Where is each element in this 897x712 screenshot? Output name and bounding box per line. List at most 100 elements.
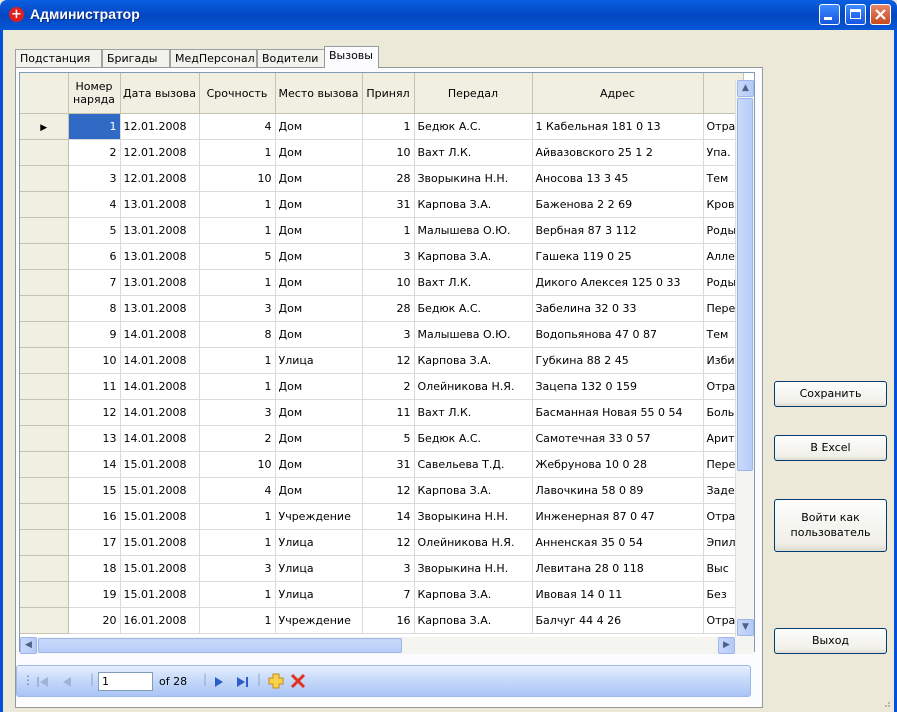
urgency-cell[interactable]: 4 — [199, 113, 276, 140]
row-header[interactable] — [20, 425, 69, 452]
address-cell[interactable]: Басманная Новая 55 0 54 — [532, 399, 704, 426]
transferred-by-cell[interactable]: Олейникова Н.Я. — [414, 373, 533, 400]
row-header[interactable] — [20, 529, 69, 556]
call-date-cell[interactable]: 15.01.2008 — [120, 581, 200, 608]
call-number-cell[interactable]: 4 — [68, 191, 121, 218]
place-cell[interactable]: Дом — [275, 139, 363, 166]
transferred-by-cell[interactable]: Малышева О.Ю. — [414, 321, 533, 348]
call-date-cell[interactable]: 14.01.2008 — [120, 399, 200, 426]
column-header[interactable]: Адрес — [532, 73, 704, 114]
accepted-cell[interactable]: 10 — [362, 139, 415, 166]
call-date-cell[interactable]: 14.01.2008 — [120, 347, 200, 374]
urgency-cell[interactable]: 2 — [199, 425, 276, 452]
urgency-cell[interactable]: 1 — [199, 191, 276, 218]
table-row[interactable]: 20 16.01.2008 1 Учреждение 16 Карпова З.А. Бал… — [20, 607, 744, 634]
accepted-cell[interactable]: 11 — [362, 399, 415, 426]
address-cell[interactable]: Инженерная 87 0 47 — [532, 503, 704, 530]
call-number-cell[interactable]: 6 — [68, 243, 121, 270]
row-header[interactable]: ▶ — [20, 113, 69, 140]
tab-brigades[interactable]: Бригады — [102, 49, 170, 67]
address-cell[interactable]: Левитана 28 0 118 — [532, 555, 704, 582]
transferred-by-cell[interactable]: Савельева Т.Д. — [414, 451, 533, 478]
add-record-icon[interactable] — [268, 673, 284, 689]
row-header[interactable] — [20, 243, 69, 270]
call-date-cell[interactable]: 13.01.2008 — [120, 217, 200, 244]
table-row[interactable]: ▶ 1 12.01.2008 4 Дом 1 Бедюк А.С. 1 Кабельная 1… — [20, 113, 744, 140]
table-row[interactable]: 6 13.01.2008 5 Дом 3 Карпова З.А. Гашека 119 0… — [20, 243, 744, 270]
address-cell[interactable]: Самотечная 33 0 57 — [532, 425, 704, 452]
row-header[interactable] — [20, 503, 69, 530]
address-cell[interactable]: Губкина 88 2 45 — [532, 347, 704, 374]
transferred-by-cell[interactable]: Вахт Л.К. — [414, 269, 533, 296]
table-row[interactable]: 17 15.01.2008 1 Улица 12 Олейникова Н.Я. Аннен… — [20, 529, 744, 556]
call-date-cell[interactable]: 13.01.2008 — [120, 269, 200, 296]
place-cell[interactable]: Учреждение — [275, 503, 363, 530]
place-cell[interactable]: Дом — [275, 243, 363, 270]
position-input[interactable]: 1 — [98, 672, 153, 691]
address-cell[interactable]: Жебрунова 10 0 28 — [532, 451, 704, 478]
urgency-cell[interactable]: 1 — [199, 529, 276, 556]
place-cell[interactable]: Улица — [275, 555, 363, 582]
accepted-cell[interactable]: 12 — [362, 529, 415, 556]
vertical-scroll-thumb[interactable] — [737, 98, 753, 471]
table-row[interactable]: 3 12.01.2008 10 Дом 28 Зворыкина Н.Н. Аносова … — [20, 165, 744, 192]
call-number-cell[interactable]: 18 — [68, 555, 121, 582]
row-header[interactable] — [20, 373, 69, 400]
transferred-by-cell[interactable]: Зворыкина Н.Н. — [414, 165, 533, 192]
urgency-cell[interactable]: 1 — [199, 503, 276, 530]
column-header[interactable]: Номер наряда — [68, 73, 121, 114]
call-date-cell[interactable]: 15.01.2008 — [120, 477, 200, 504]
call-date-cell[interactable]: 16.01.2008 — [120, 607, 200, 634]
table-row[interactable]: 4 13.01.2008 1 Дом 31 Карпова З.А. Баженова 2 … — [20, 191, 744, 218]
accepted-cell[interactable]: 31 — [362, 451, 415, 478]
call-number-cell[interactable]: 5 — [68, 217, 121, 244]
accepted-cell[interactable]: 3 — [362, 555, 415, 582]
call-number-cell[interactable]: 7 — [68, 269, 121, 296]
urgency-cell[interactable]: 1 — [199, 347, 276, 374]
urgency-cell[interactable]: 3 — [199, 399, 276, 426]
urgency-cell[interactable]: 1 — [199, 607, 276, 634]
row-header[interactable] — [20, 165, 69, 192]
row-header[interactable] — [20, 477, 69, 504]
table-row[interactable]: 16 15.01.2008 1 Учреждение 14 Зворыкина Н.Н. И… — [20, 503, 744, 530]
vertical-scrollbar[interactable]: ▲ ▼ — [735, 80, 754, 653]
call-number-cell[interactable]: 19 — [68, 581, 121, 608]
call-date-cell[interactable]: 13.01.2008 — [120, 295, 200, 322]
accepted-cell[interactable]: 14 — [362, 503, 415, 530]
row-header[interactable] — [20, 607, 69, 634]
address-cell[interactable]: Ивовая 14 0 11 — [532, 581, 704, 608]
place-cell[interactable]: Дом — [275, 321, 363, 348]
save-button[interactable]: Сохранить — [774, 381, 887, 407]
accepted-cell[interactable]: 1 — [362, 217, 415, 244]
row-header[interactable] — [20, 451, 69, 478]
row-header[interactable] — [20, 139, 69, 166]
table-row[interactable]: 8 13.01.2008 3 Дом 28 Бедюк А.С. Забелина 32 0… — [20, 295, 744, 322]
row-header[interactable] — [20, 269, 69, 296]
accepted-cell[interactable]: 1 — [362, 113, 415, 140]
urgency-cell[interactable]: 3 — [199, 295, 276, 322]
first-record-icon[interactable] — [36, 676, 50, 688]
address-cell[interactable]: Вербная 87 3 112 — [532, 217, 704, 244]
transferred-by-cell[interactable]: Бедюк А.С. — [414, 425, 533, 452]
accepted-cell[interactable]: 7 — [362, 581, 415, 608]
call-number-cell[interactable]: 14 — [68, 451, 121, 478]
urgency-cell[interactable]: 10 — [199, 165, 276, 192]
place-cell[interactable]: Улица — [275, 581, 363, 608]
urgency-cell[interactable]: 1 — [199, 269, 276, 296]
urgency-cell[interactable]: 3 — [199, 555, 276, 582]
column-header[interactable]: Место вызова — [275, 73, 363, 114]
address-cell[interactable]: Балчуг 44 4 26 — [532, 607, 704, 634]
transferred-by-cell[interactable]: Карпова З.А. — [414, 243, 533, 270]
call-date-cell[interactable]: 12.01.2008 — [120, 139, 200, 166]
accepted-cell[interactable]: 31 — [362, 191, 415, 218]
place-cell[interactable]: Улица — [275, 529, 363, 556]
place-cell[interactable]: Дом — [275, 451, 363, 478]
accepted-cell[interactable]: 3 — [362, 321, 415, 348]
row-header[interactable] — [20, 217, 69, 244]
transferred-by-cell[interactable]: Малышева О.Ю. — [414, 217, 533, 244]
scroll-down-button[interactable]: ▼ — [737, 619, 754, 636]
call-date-cell[interactable]: 14.01.2008 — [120, 373, 200, 400]
call-date-cell[interactable]: 13.01.2008 — [120, 243, 200, 270]
last-record-icon[interactable] — [236, 676, 250, 688]
place-cell[interactable]: Дом — [275, 373, 363, 400]
